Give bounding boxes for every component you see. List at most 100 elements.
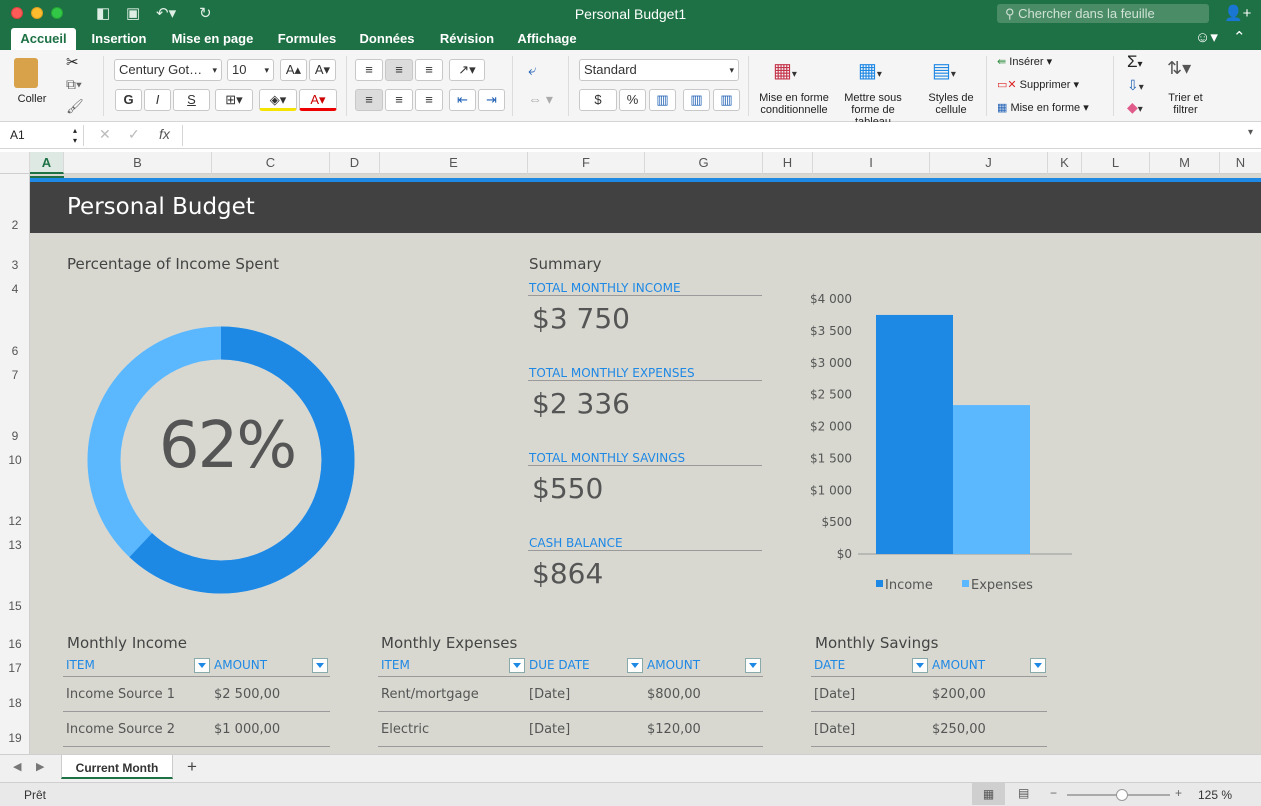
align-bottom-button[interactable]: ≡ xyxy=(415,59,443,81)
column-header[interactable]: I xyxy=(813,152,930,174)
cut-icon[interactable]: ✂ xyxy=(66,53,79,71)
decrease-decimal-button[interactable]: ▥ xyxy=(713,89,740,111)
row-header[interactable]: 4 xyxy=(0,282,30,296)
income-cell[interactable]: $1 000,00 xyxy=(214,722,280,737)
expenses-cell[interactable]: Electric xyxy=(381,722,429,737)
savings-cell[interactable]: [Date] xyxy=(814,722,855,737)
row-header[interactable]: 2 xyxy=(0,218,30,232)
column-header[interactable]: F xyxy=(528,152,645,174)
sheet-tab-current-month[interactable]: Current Month xyxy=(61,755,173,779)
column-header[interactable]: M xyxy=(1150,152,1220,174)
row-header[interactable]: 7 xyxy=(0,368,30,382)
wrap-text-icon[interactable]: ⤶ xyxy=(528,62,536,79)
undo-icon[interactable]: ↶▾ xyxy=(156,4,176,22)
format-cells-button[interactable]: ▦ Mise en forme ▾ xyxy=(997,101,1089,114)
filter-dropdown-icon[interactable] xyxy=(194,658,210,673)
format-painter-icon[interactable]: 🖌 xyxy=(66,98,84,115)
decrease-font-button[interactable]: A▾ xyxy=(309,59,336,81)
comma-style-button[interactable]: ▥ xyxy=(649,89,676,111)
page-layout-view-icon[interactable]: ▤ xyxy=(1018,786,1029,800)
expand-formula-icon[interactable]: ▾ xyxy=(1248,127,1253,138)
italic-button[interactable]: I xyxy=(144,89,171,111)
column-header[interactable]: A xyxy=(30,152,64,174)
currency-button[interactable]: $ xyxy=(579,89,617,111)
sort-filter-button[interactable]: Trier et filtrer xyxy=(1163,92,1208,116)
savings-cell[interactable]: $200,00 xyxy=(932,687,986,702)
share-icon[interactable]: 👤+ xyxy=(1224,4,1251,22)
save-icon[interactable]: ▣ xyxy=(126,4,140,22)
tab-insertion[interactable]: Insertion xyxy=(86,28,152,50)
column-header[interactable]: E xyxy=(380,152,528,174)
column-header[interactable]: L xyxy=(1082,152,1150,174)
row-header[interactable]: 18 xyxy=(0,696,30,710)
row-header[interactable]: 16 xyxy=(0,637,30,651)
column-header[interactable]: J xyxy=(930,152,1048,174)
conditional-format-icon[interactable]: ▦▾ xyxy=(773,58,797,83)
filter-dropdown-icon[interactable] xyxy=(312,658,328,673)
savings-cell[interactable]: [Date] xyxy=(814,687,855,702)
expenses-cell[interactable]: Rent/mortgage xyxy=(381,687,479,702)
column-header[interactable]: K xyxy=(1048,152,1082,174)
select-all-corner[interactable] xyxy=(0,152,30,174)
filter-dropdown-icon[interactable] xyxy=(509,658,525,673)
fill-icon[interactable]: ⇩▾ xyxy=(1127,77,1144,94)
name-box[interactable]: A1 ▴ ▾ xyxy=(0,125,84,146)
maximize-window-button[interactable] xyxy=(51,7,63,19)
tab-affichage[interactable]: Affichage xyxy=(512,28,582,50)
zoom-in-icon[interactable]: + xyxy=(1175,786,1182,800)
scroll-right-icon[interactable]: ▶ xyxy=(36,760,44,773)
font-size-select[interactable]: 10 ▾ xyxy=(227,59,274,81)
filter-dropdown-icon[interactable] xyxy=(627,658,643,673)
increase-font-button[interactable]: A▴ xyxy=(280,59,307,81)
expenses-cell[interactable]: $800,00 xyxy=(647,687,701,702)
number-format-select[interactable]: Standard ▾ xyxy=(579,59,739,81)
row-header[interactable]: 3 xyxy=(0,258,30,272)
fill-color-button[interactable]: ◈▾ xyxy=(259,89,297,111)
column-header[interactable]: N xyxy=(1220,152,1261,174)
column-header[interactable]: D xyxy=(330,152,380,174)
filter-dropdown-icon[interactable] xyxy=(745,658,761,673)
close-window-button[interactable] xyxy=(11,7,23,19)
paste-icon[interactable] xyxy=(14,58,38,88)
merge-cells-icon[interactable]: ⇔ ▾ xyxy=(528,91,553,108)
borders-button[interactable]: ⊞▾ xyxy=(215,89,253,111)
align-center-button[interactable]: ≡ xyxy=(385,89,413,111)
search-sheet-input[interactable]: ⚲ Chercher dans la feuille xyxy=(997,4,1209,23)
row-header[interactable]: 13 xyxy=(0,538,30,552)
orientation-button[interactable]: ↗▾ xyxy=(449,59,485,81)
paste-button-label[interactable]: Coller xyxy=(10,93,54,105)
autosum-icon[interactable]: Σ▾ xyxy=(1127,52,1143,72)
zoom-level[interactable]: 125 % xyxy=(1198,788,1232,802)
income-cell[interactable]: $2 500,00 xyxy=(214,687,280,702)
row-header[interactable]: 9 xyxy=(0,429,30,443)
column-header[interactable]: H xyxy=(763,152,813,174)
tab-formules[interactable]: Formules xyxy=(272,28,342,50)
row-header[interactable]: 19 xyxy=(0,731,30,745)
income-cell[interactable]: Income Source 2 xyxy=(66,722,175,737)
add-sheet-button[interactable]: + xyxy=(187,757,197,777)
font-name-select[interactable]: Century Got… ▾ xyxy=(114,59,222,81)
increase-indent-button[interactable]: ⇥ xyxy=(478,89,505,111)
row-header[interactable]: 6 xyxy=(0,344,30,358)
confirm-icon[interactable]: ✓ xyxy=(128,126,140,143)
scroll-left-icon[interactable]: ◀ xyxy=(13,760,21,773)
filter-dropdown-icon[interactable] xyxy=(1030,658,1046,673)
expenses-cell[interactable]: [Date] xyxy=(529,687,570,702)
tab-revision[interactable]: Révision xyxy=(434,28,500,50)
tab-accueil[interactable]: Accueil xyxy=(11,28,76,50)
row-header[interactable]: 10 xyxy=(0,453,30,467)
percent-button[interactable]: % xyxy=(619,89,646,111)
expenses-cell[interactable]: [Date] xyxy=(529,722,570,737)
align-middle-button[interactable]: ≡ xyxy=(385,59,413,81)
tab-donnees[interactable]: Données xyxy=(354,28,420,50)
copy-icon[interactable]: ⧉▾ xyxy=(66,76,82,93)
cancel-icon[interactable]: ✕ xyxy=(99,126,111,143)
zoom-slider-thumb[interactable] xyxy=(1115,789,1128,801)
tab-mise-en-page[interactable]: Mise en page xyxy=(165,28,260,50)
sort-filter-icon[interactable]: ⇅▾ xyxy=(1167,58,1191,79)
collapse-ribbon-icon[interactable]: ⌃ xyxy=(1233,28,1246,46)
filter-dropdown-icon[interactable] xyxy=(912,658,928,673)
row-header[interactable]: 17 xyxy=(0,661,30,675)
bold-button[interactable]: G xyxy=(115,89,142,111)
column-header[interactable]: C xyxy=(212,152,330,174)
